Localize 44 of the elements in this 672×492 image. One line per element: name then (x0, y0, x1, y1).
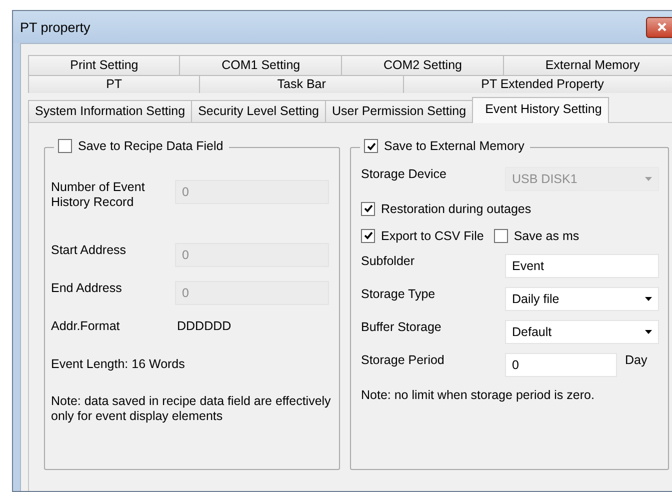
tab[interactable]: Event History Setting (472, 97, 609, 123)
checkbox[interactable] (494, 228, 508, 242)
field-label: Buffer Storage (361, 320, 442, 334)
tab[interactable]: Task Bar (199, 75, 404, 93)
checkbox[interactable] (361, 228, 375, 242)
unit-label: Day (625, 352, 648, 366)
checkbox[interactable] (364, 139, 378, 153)
close-icon (657, 22, 667, 32)
checkbox[interactable] (361, 202, 375, 216)
tab[interactable]: PT (28, 75, 200, 93)
close-button[interactable] (646, 16, 672, 38)
field-label: Addr.Format (51, 319, 121, 334)
tab[interactable]: Print Setting (28, 55, 180, 75)
dropdown[interactable]: Default (505, 320, 659, 344)
event-length-text: Event Length: 16 Words (51, 357, 186, 372)
field-label: End Address (51, 281, 123, 296)
input-field[interactable]: Event (505, 254, 659, 278)
checkbox-label[interactable]: Restoration during outages (381, 202, 532, 216)
tab[interactable]: External Memory (503, 55, 672, 75)
format-value: DDDDDD (176, 319, 232, 333)
checkbox-label[interactable]: Export to CSV File (381, 228, 484, 242)
caret-icon (645, 296, 652, 300)
note-text: Note: no limit when storage period is zero. (361, 388, 596, 402)
field-label: Storage Period (361, 352, 446, 368)
field-label: Number of Event History Record (51, 180, 146, 210)
field-label: Storage Type (361, 286, 436, 302)
input-field[interactable]: 0 (505, 352, 617, 376)
caret-icon (645, 176, 652, 180)
field-label: Subfolder (361, 254, 416, 268)
checkbox-label[interactable]: Save as ms (514, 228, 580, 242)
window-title: PT property (20, 20, 90, 34)
field-label: Storage Device (361, 166, 448, 182)
checkbox-label[interactable]: Save to Recipe Data Field (78, 139, 224, 153)
field-label: Start Address (51, 243, 128, 258)
tab[interactable]: COM2 Setting (341, 55, 504, 75)
note-text: Note: data saved in recipe data field are effectively only for event display elements (51, 394, 332, 424)
tab[interactable]: Security Level Setting (191, 100, 326, 122)
dropdown[interactable]: Daily file (505, 286, 659, 310)
tab[interactable]: COM1 Setting (179, 55, 342, 75)
tab[interactable]: User Permission Setting (324, 100, 474, 122)
tab[interactable]: PT Extended Property (403, 75, 672, 93)
caret-icon (645, 330, 652, 334)
tab[interactable]: System Information Setting (28, 100, 192, 122)
checkbox[interactable] (58, 139, 72, 153)
